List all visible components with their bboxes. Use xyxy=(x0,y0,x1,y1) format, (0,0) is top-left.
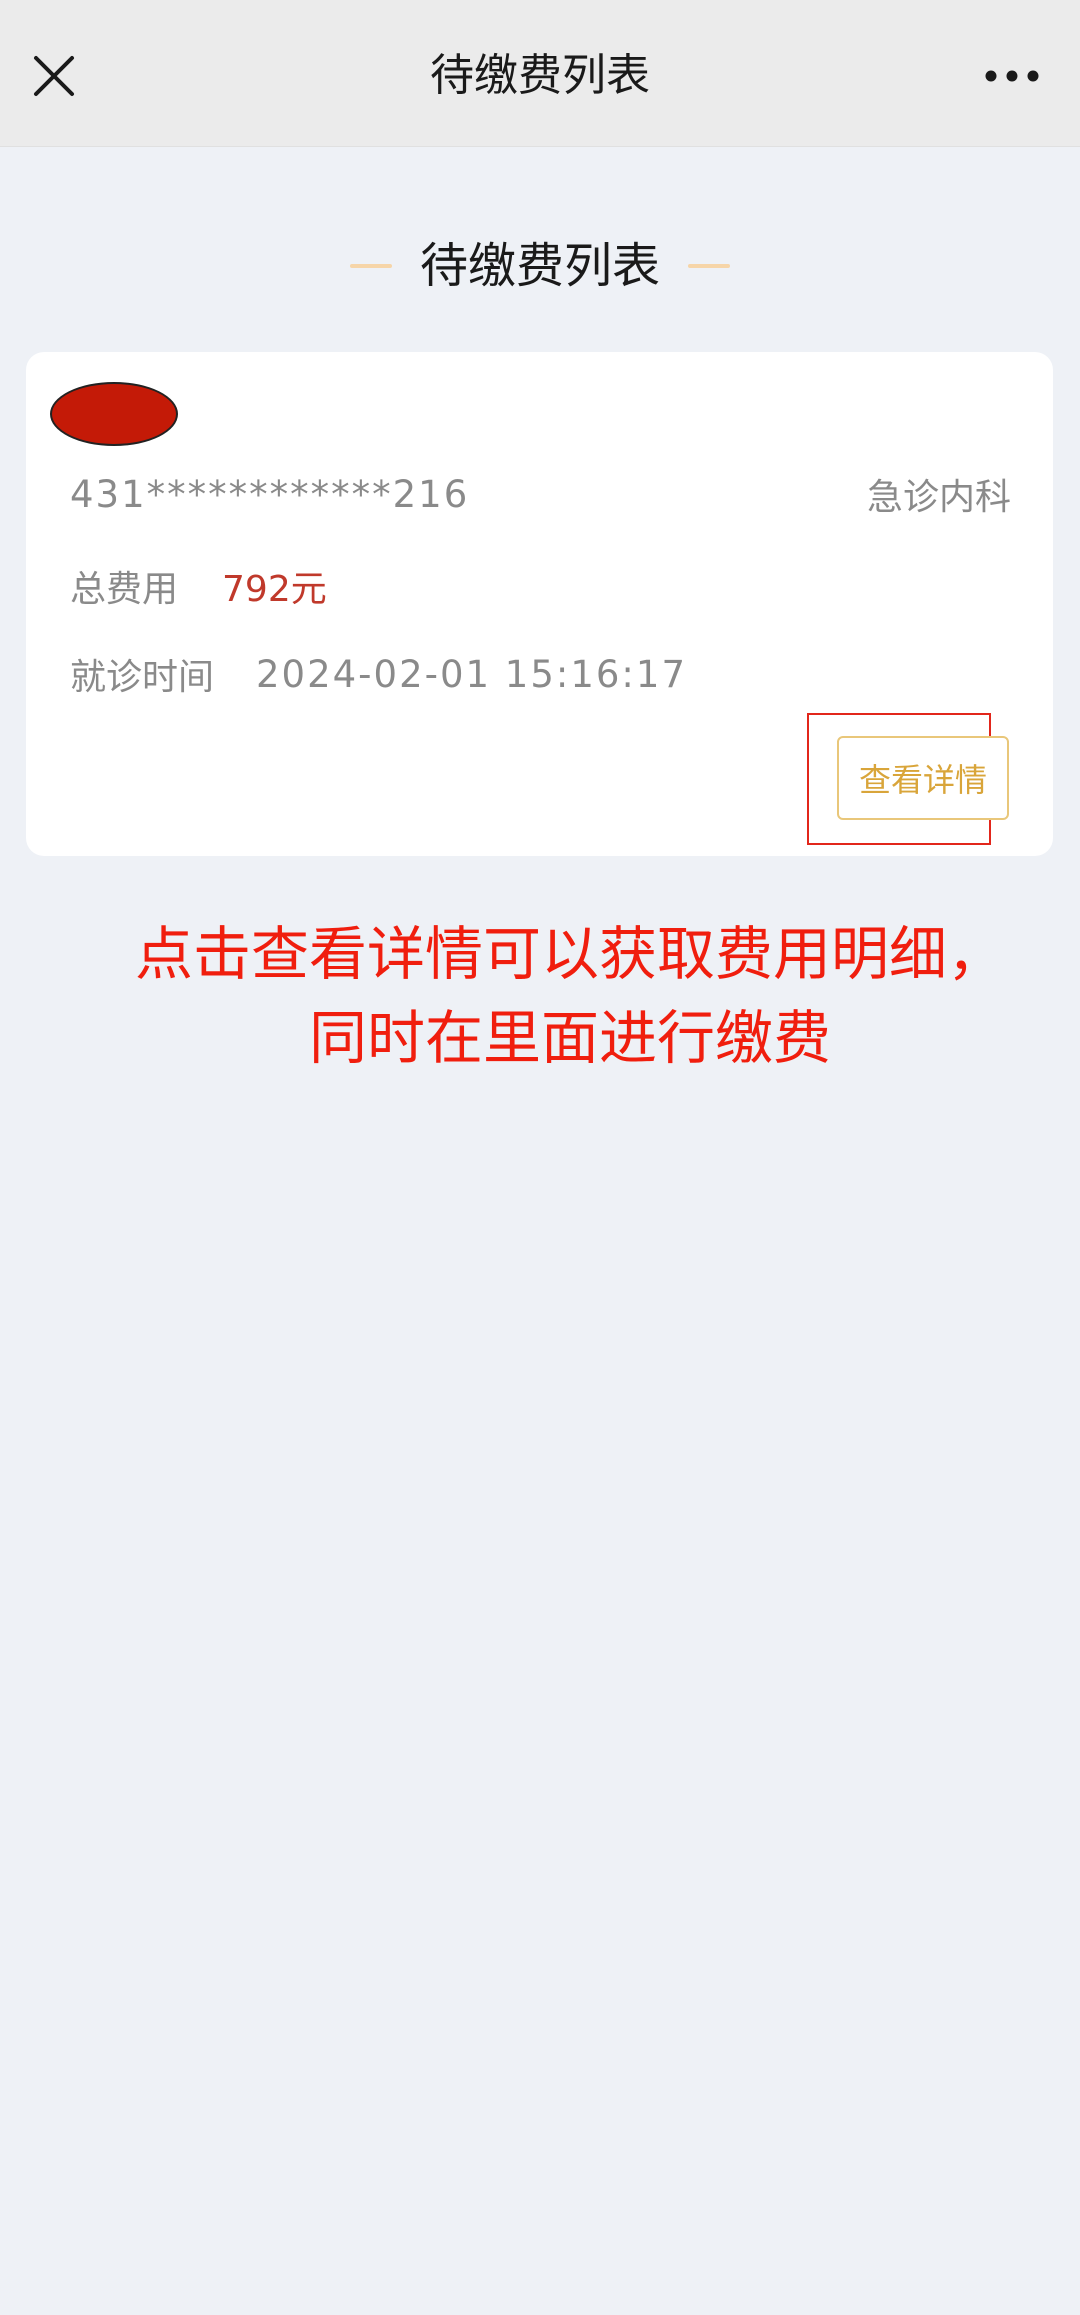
redacted-patient-name xyxy=(50,382,178,446)
annotation-line-1: 点击查看详情可以获取费用明细， xyxy=(134,920,1005,988)
department: 急诊内科 xyxy=(866,477,1011,518)
heading-dash-right xyxy=(688,264,730,268)
total-fee-row: 总费用 792元 xyxy=(70,560,327,612)
section-heading-text: 待缴费列表 xyxy=(419,238,660,294)
page-title: 待缴费列表 xyxy=(430,50,650,101)
visit-time-label: 就诊时间 xyxy=(70,657,215,698)
total-fee-label: 总费用 xyxy=(70,569,179,610)
total-fee-value: 792元 xyxy=(222,569,327,610)
bill-card: 431************216 急诊内科 总费用 792元 就诊时间 20… xyxy=(26,352,1053,856)
annotation-text: 点击查看详情可以获取费用明细， 同时在里面进行缴费 xyxy=(90,912,1050,1080)
id-number: 431************216 xyxy=(70,472,470,516)
heading-dash-left xyxy=(349,264,392,268)
navigation-bar: 待缴费列表 xyxy=(0,0,1080,147)
annotation-line-2: 同时在里面进行缴费 xyxy=(308,1004,831,1072)
more-button[interactable] xyxy=(972,48,1052,104)
section-heading: 待缴费列表 xyxy=(0,232,1080,300)
visit-time-row: 就诊时间 2024-02-01 15:16:17 xyxy=(70,648,687,700)
view-details-button[interactable]: 查看详情 xyxy=(837,736,1009,820)
bill-id-row: 431************216 急诊内科 xyxy=(70,468,1011,520)
more-dots-icon xyxy=(985,70,1039,82)
visit-time-value: 2024-02-01 15:16:17 xyxy=(256,652,687,696)
